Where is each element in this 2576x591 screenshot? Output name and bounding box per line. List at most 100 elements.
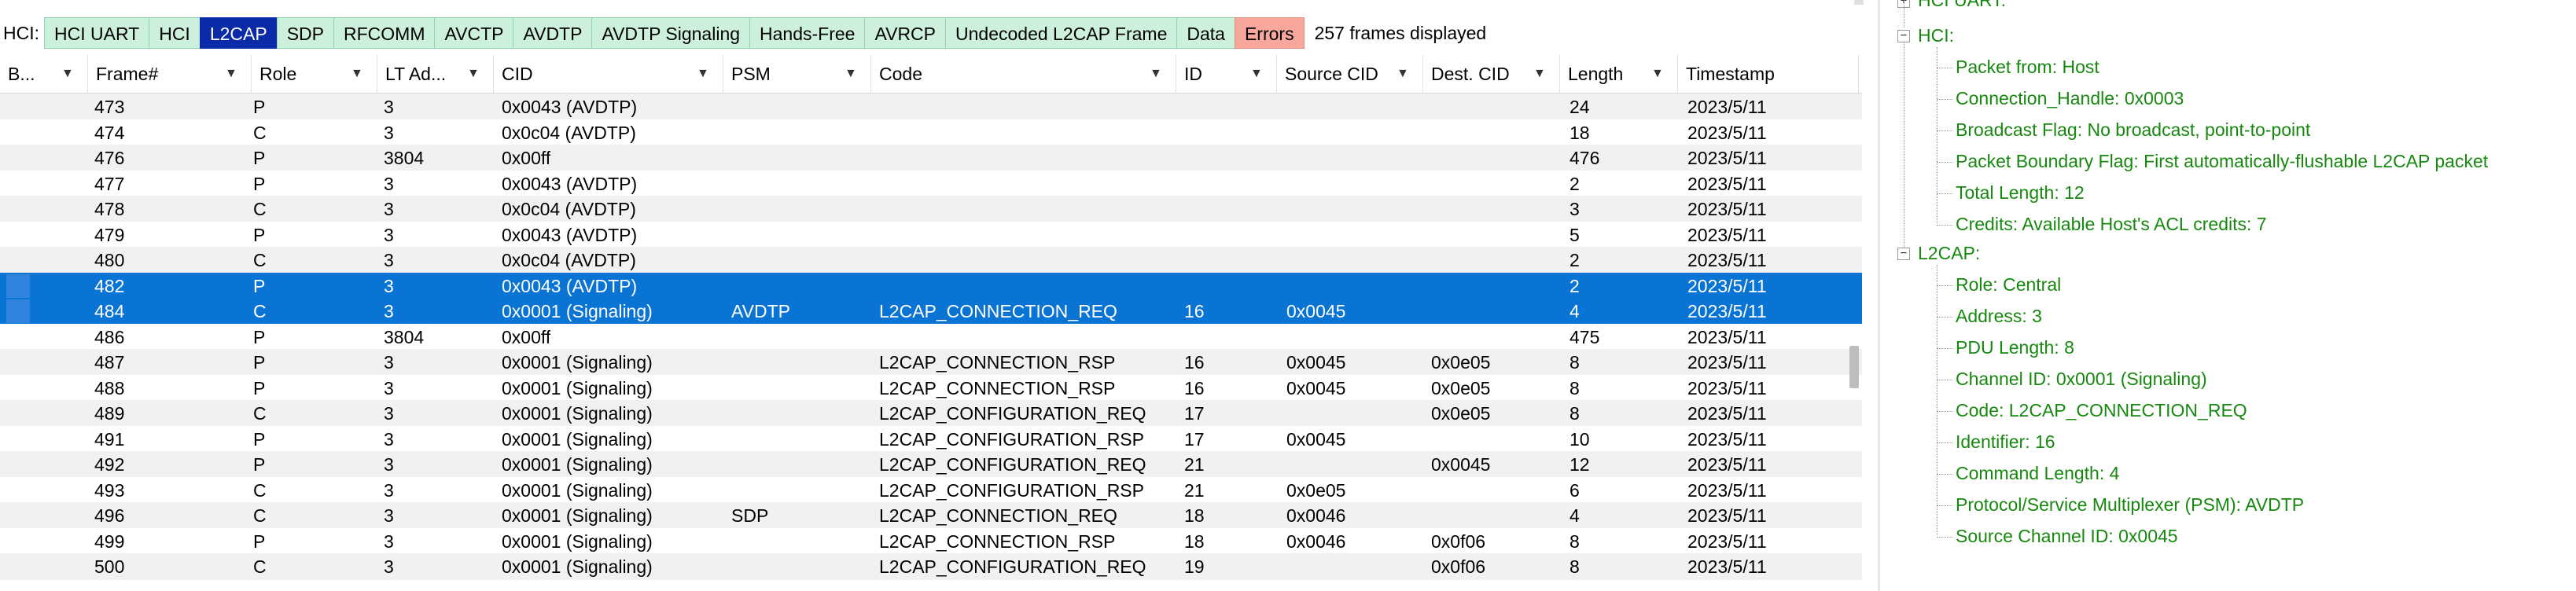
cell-frame-number: 486	[94, 326, 125, 347]
cell-role: C	[253, 556, 267, 577]
cell-cid: 0x0c04 (AVDTP)	[502, 199, 636, 219]
cell-role: C	[253, 199, 267, 219]
table-row[interactable]: 486 P 3804 0x00ff 475 2023/5/11	[0, 323, 1862, 351]
sort-dropdown-icon[interactable]: ▼	[467, 55, 480, 93]
sort-dropdown-icon[interactable]: ▼	[697, 55, 709, 93]
cell-id: 16	[1184, 352, 1205, 373]
cell-role: P	[253, 454, 266, 475]
cell-role: P	[253, 275, 266, 296]
cell-dest-cid: 0x0e05	[1431, 377, 1491, 398]
cell-length: 8	[1570, 530, 1580, 552]
cell-cid: 0x0001 (Signaling)	[502, 505, 653, 526]
col-code-header[interactable]: Code ▼	[871, 55, 1176, 93]
cell-code: L2CAP_CONFIGURATION_REQ	[879, 556, 1146, 577]
sort-dropdown-icon[interactable]: ▼	[1397, 55, 1409, 93]
column-header-label: B...	[8, 64, 35, 84]
collapse-hci-icon[interactable]: −	[1897, 30, 1910, 42]
table-row[interactable]: 487 P 3 0x0001 (Signaling) L2CAP_CONNECTION_…	[0, 349, 1862, 376]
tab-avctp[interactable]: AVCTP	[434, 17, 514, 49]
table-row[interactable]: 500 C 3 0x0001 (Signaling) L2CAP_CONFIGURATI…	[0, 553, 1862, 580]
table-row[interactable]: 496 C 3 0x0001 (Signaling) SDP L2CAP_CONNECTI…	[0, 502, 1862, 529]
cell-cid: 0x0001 (Signaling)	[502, 530, 653, 552]
col-frame-number-header[interactable]: Frame# ▼	[88, 55, 252, 93]
tab-undecoded-l2cap-frame[interactable]: Undecoded L2CAP Frame	[945, 17, 1178, 49]
column-header-label: ID	[1184, 64, 1202, 84]
col-psm-header[interactable]: PSM ▼	[723, 55, 871, 93]
table-row[interactable]: 478 C 3 0x0c04 (AVDTP) 3 2023/5/11	[0, 196, 1862, 222]
sort-dropdown-icon[interactable]: ▼	[1150, 55, 1162, 93]
tree-connector-line	[1937, 537, 1952, 538]
table-row[interactable]: 484 C 3 0x0001 (Signaling) AVDTP L2CAP_CONNEC…	[0, 298, 1862, 325]
sort-dropdown-icon[interactable]: ▼	[1250, 55, 1263, 93]
table-row[interactable]: 479 P 3 0x0043 (AVDTP) 5 2023/5/11	[0, 221, 1862, 248]
table-row[interactable]: 473 P 3 0x0043 (AVDTP) 24 2023/5/11	[0, 94, 1862, 120]
collapse-l2cap-icon[interactable]: −	[1897, 248, 1910, 260]
tab-avdtp-signaling[interactable]: AVDTP Signaling	[591, 17, 751, 49]
col-role-header[interactable]: Role ▼	[252, 55, 377, 93]
tab-hci-uart[interactable]: HCI UART	[44, 17, 150, 49]
col-timestamp-header[interactable]: Timestamp	[1678, 55, 1859, 93]
tab-l2cap[interactable]: L2CAP	[199, 17, 278, 49]
table-row[interactable]: 482 P 3 0x0043 (AVDTP) 2 2023/5/11	[0, 272, 1862, 299]
cell-role: P	[253, 377, 266, 398]
tree-node-hci-field: Credits: Available Host's ACL credits: 7	[1956, 214, 2267, 234]
table-row[interactable]: 493 C 3 0x0001 (Signaling) L2CAP_CONFIGURATI…	[0, 476, 1862, 504]
tab-data[interactable]: Data	[1176, 17, 1235, 49]
sort-dropdown-icon[interactable]: ▼	[1533, 55, 1546, 93]
table-row[interactable]: 489 C 3 0x0001 (Signaling) L2CAP_CONFIGURATI…	[0, 400, 1862, 427]
cell-lt-address: 3	[384, 250, 394, 270]
sort-dropdown-icon[interactable]: ▼	[351, 55, 363, 93]
sort-dropdown-icon[interactable]: ▼	[845, 55, 857, 93]
cell-lt-address: 3	[384, 479, 394, 501]
table-row[interactable]: 474 C 3 0x0c04 (AVDTP) 18 2023/5/11	[0, 119, 1862, 146]
table-row[interactable]: 491 P 3 0x0001 (Signaling) L2CAP_CONFIGURATI…	[0, 425, 1862, 453]
tab-errors[interactable]: Errors	[1234, 17, 1305, 49]
cell-code: L2CAP_CONNECTION_RSP	[879, 530, 1116, 552]
sort-dropdown-icon[interactable]: ▼	[225, 55, 237, 93]
scrollbar-top-edge[interactable]	[1854, 0, 1864, 5]
cell-length: 4	[1570, 505, 1580, 526]
table-row[interactable]: 488 P 3 0x0001 (Signaling) L2CAP_CONNECTION_…	[0, 374, 1862, 402]
cell-timestamp: 2023/5/11	[1687, 199, 1767, 219]
cell-id: 17	[1184, 403, 1205, 424]
cell-lt-address: 3	[384, 530, 394, 552]
tree-node-l2cap-field: Role: Central	[1956, 274, 2062, 295]
table-row[interactable]: 480 C 3 0x0c04 (AVDTP) 2 2023/5/11	[0, 247, 1862, 273]
table-scrollbar-thumb[interactable]	[1849, 346, 1859, 388]
cell-lt-address: 3	[384, 275, 394, 296]
sort-dropdown-icon[interactable]: ▼	[1651, 55, 1664, 93]
cell-lt-address: 3	[384, 428, 394, 450]
tab-hands-free[interactable]: Hands-Free	[749, 17, 866, 49]
col-id-header[interactable]: ID ▼	[1176, 55, 1277, 93]
cell-code: L2CAP_CONFIGURATION_REQ	[879, 403, 1146, 424]
col-length-header[interactable]: Length ▼	[1560, 55, 1678, 93]
col-lt-address-header[interactable]: LT Ad... ▼	[377, 55, 494, 93]
table-row[interactable]: 476 P 3804 0x00ff 476 2023/5/11	[0, 145, 1862, 171]
table-row[interactable]: 499 P 3 0x0001 (Signaling) L2CAP_CONNECTION_…	[0, 527, 1862, 555]
cell-dest-cid: 0x0e05	[1431, 403, 1491, 424]
table-row[interactable]: 477 P 3 0x0043 (AVDTP) 2 2023/5/11	[0, 170, 1862, 197]
cell-role: C	[253, 505, 267, 526]
cell-frame-number: 492	[94, 454, 125, 475]
col-bookmark-header[interactable]: B... ▼	[0, 55, 88, 93]
tree-connector-line	[1937, 442, 1952, 443]
cell-length: 2	[1570, 275, 1580, 296]
cell-cid: 0x00ff	[502, 148, 551, 168]
cell-cid: 0x0001 (Signaling)	[502, 301, 653, 321]
cell-cid: 0x0043 (AVDTP)	[502, 224, 638, 245]
tab-hci[interactable]: HCI	[149, 17, 201, 49]
col-cid-header[interactable]: CID ▼	[494, 55, 723, 93]
cell-id: 17	[1184, 428, 1205, 450]
sort-dropdown-icon[interactable]: ▼	[61, 55, 74, 93]
cell-frame-number: 493	[94, 479, 125, 501]
cell-length: 3	[1570, 199, 1580, 219]
cell-cid: 0x0c04 (AVDTP)	[502, 122, 636, 143]
tab-rfcomm[interactable]: RFCOMM	[333, 17, 436, 49]
tab-avrcp[interactable]: AVRCP	[864, 17, 947, 49]
tab-sdp[interactable]: SDP	[276, 17, 334, 49]
col-dest-cid-header[interactable]: Dest. CID ▼	[1423, 55, 1560, 93]
col-source-cid-header[interactable]: Source CID ▼	[1277, 55, 1423, 93]
cell-frame-number: 474	[94, 122, 125, 143]
table-row[interactable]: 492 P 3 0x0001 (Signaling) L2CAP_CONFIGURATI…	[0, 451, 1862, 478]
tab-avdtp[interactable]: AVDTP	[513, 17, 593, 49]
